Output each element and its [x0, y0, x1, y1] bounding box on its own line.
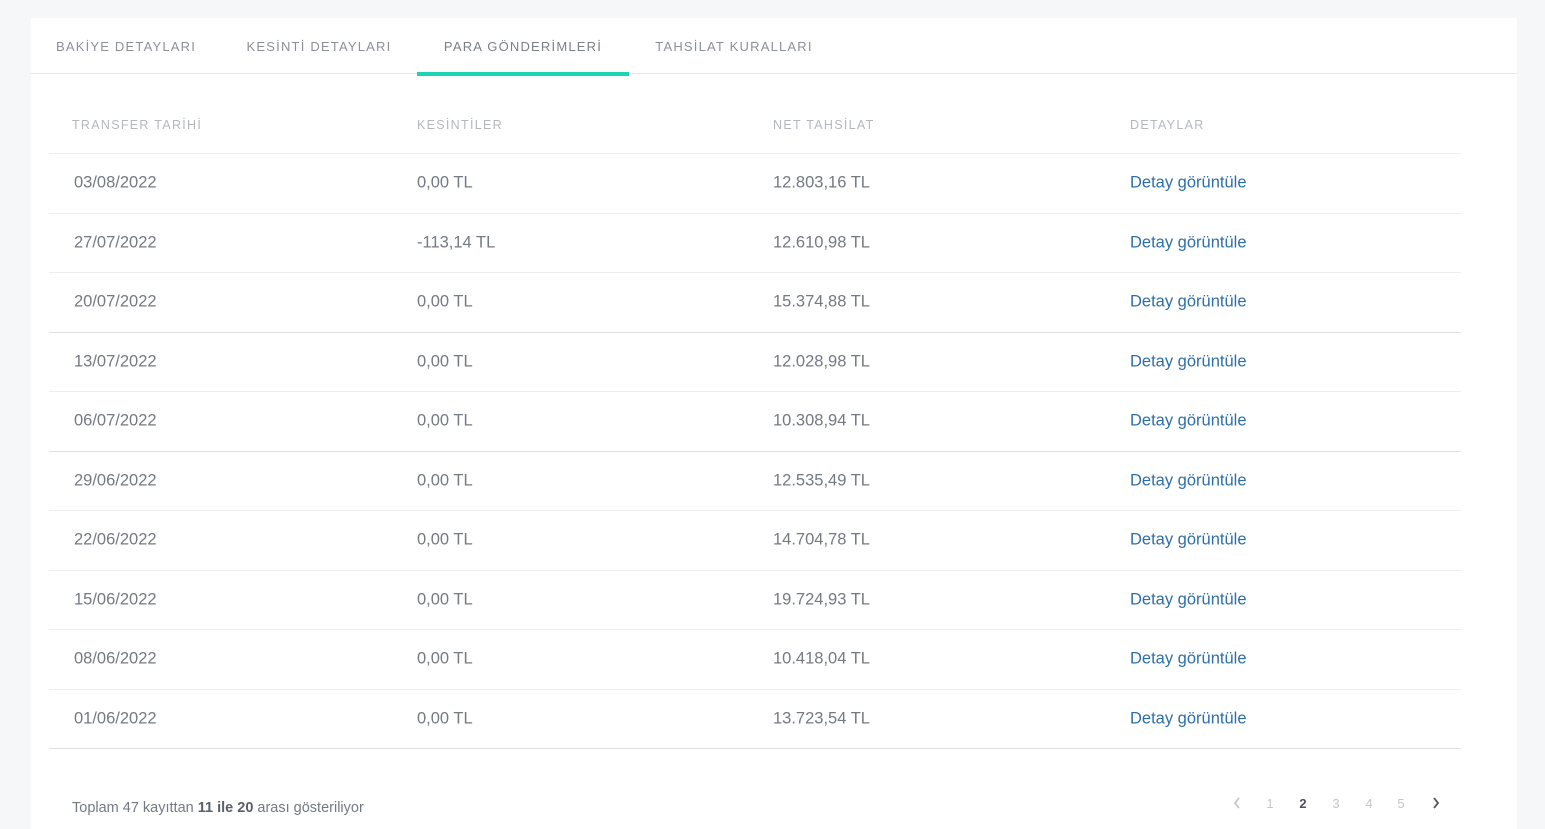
net-collection-cell: 10.308,94 TL — [773, 411, 870, 430]
deductions-cell: -113,14 TL — [417, 233, 496, 252]
table-row: 20/07/2022 0,00 TL 15.374,88 TL Detay görün… — [49, 273, 1461, 333]
table-row: 15/06/2022 0,00 TL 19.724,93 TL Detay görün… — [49, 571, 1461, 630]
summary-suffix: arası gösteriliyor — [253, 800, 364, 816]
net-collection-cell: 12.803,16 TL — [773, 173, 870, 192]
view-details-link[interactable]: Detay görüntüle — [1130, 293, 1247, 312]
view-details-link[interactable]: Detay görüntüle — [1130, 709, 1247, 728]
deductions-cell: 0,00 TL — [417, 411, 473, 430]
transfer-date-cell: 20/07/2022 — [74, 292, 157, 311]
active-tab-indicator — [417, 72, 629, 76]
page-2-button[interactable]: 2 — [1293, 791, 1313, 815]
view-details-link[interactable]: Detay görüntüle — [1130, 471, 1247, 490]
content-card: BAKİYE DETAYLARI KESİNTİ DETAYLARI PARA … — [31, 18, 1517, 829]
deductions-cell: 0,00 TL — [417, 173, 473, 192]
table-row: 06/07/2022 0,00 TL 10.308,94 TL Detay görün… — [49, 392, 1461, 452]
view-details-link[interactable]: Detay görüntüle — [1130, 650, 1247, 669]
net-collection-cell: 12.028,98 TL — [773, 352, 870, 371]
net-collection-cell: 19.724,93 TL — [773, 590, 870, 609]
deductions-cell: 0,00 TL — [417, 530, 473, 549]
table-row: 08/06/2022 0,00 TL 10.418,04 TL Detay görün… — [49, 630, 1461, 690]
deductions-cell: 0,00 TL — [417, 352, 473, 371]
transfer-date-cell: 01/06/2022 — [74, 709, 157, 728]
transfer-date-cell: 06/07/2022 — [74, 411, 157, 430]
page-3-button[interactable]: 3 — [1326, 791, 1346, 815]
net-collection-cell: 12.535,49 TL — [773, 471, 870, 490]
page-4-button[interactable]: 4 — [1359, 791, 1379, 815]
table-row: 27/07/2022 -113,14 TL 12.610,98 TL Detay gö… — [49, 214, 1461, 273]
view-details-link[interactable]: Detay görüntüle — [1130, 233, 1247, 252]
transfer-date-cell: 03/08/2022 — [74, 173, 157, 192]
tab-balance-details[interactable]: BAKİYE DETAYLARI — [31, 18, 221, 74]
deductions-cell: 0,00 TL — [417, 649, 473, 668]
tab-deduction-details[interactable]: KESİNTİ DETAYLARI — [221, 18, 417, 74]
tab-money-transfers[interactable]: PARA GÖNDERİMLERİ — [417, 18, 629, 74]
table-header: TRANSFER TARİHİ KESİNTİLER NET TAHSİLAT … — [49, 106, 1461, 154]
column-header-deductions: KESİNTİLER — [417, 118, 503, 132]
transfer-date-cell: 22/06/2022 — [74, 530, 157, 549]
chevron-right-icon[interactable] — [1426, 791, 1446, 815]
summary-prefix: Toplam 47 kayıttan — [72, 800, 198, 816]
column-header-details: DETAYLAR — [1130, 118, 1205, 132]
summary-range: 11 ile 20 — [197, 800, 254, 816]
view-details-link[interactable]: Detay görüntüle — [1130, 531, 1247, 550]
transfer-date-cell: 13/07/2022 — [74, 352, 157, 371]
table-row: 03/08/2022 0,00 TL 12.803,16 TL Detay görün… — [49, 154, 1461, 214]
tab-bar: BAKİYE DETAYLARI KESİNTİ DETAYLARI PARA … — [31, 18, 1517, 76]
chevron-left-icon[interactable] — [1227, 791, 1247, 815]
transfer-date-cell: 08/06/2022 — [74, 649, 157, 668]
column-header-net-collection: NET TAHSİLAT — [773, 118, 875, 132]
transfers-table-body: 03/08/2022 0,00 TL 12.803,16 TL Detay görün… — [49, 154, 1461, 749]
view-details-link[interactable]: Detay görüntüle — [1130, 590, 1247, 609]
net-collection-cell: 15.374,88 TL — [773, 292, 870, 311]
net-collection-cell: 14.704,78 TL — [773, 530, 870, 549]
column-header-transfer-date: TRANSFER TARİHİ — [72, 118, 203, 132]
table-row: 01/06/2022 0,00 TL 13.723,54 TL Detay görün… — [49, 690, 1461, 749]
table-row: 13/07/2022 0,00 TL 12.028,98 TL Detay görün… — [49, 333, 1461, 392]
deductions-cell: 0,00 TL — [417, 292, 473, 311]
view-details-link[interactable]: Detay görüntüle — [1130, 412, 1247, 431]
view-details-link[interactable]: Detay görüntüle — [1130, 174, 1247, 193]
transfer-date-cell: 29/06/2022 — [74, 471, 157, 490]
view-details-link[interactable]: Detay görüntüle — [1130, 352, 1247, 371]
deductions-cell: 0,00 TL — [417, 709, 473, 728]
deductions-cell: 0,00 TL — [417, 590, 473, 609]
table-row: 29/06/2022 0,00 TL 12.535,49 TL Detay görün… — [49, 452, 1461, 511]
net-collection-cell: 10.418,04 TL — [773, 649, 870, 668]
deductions-cell: 0,00 TL — [417, 471, 473, 490]
pagination-summary: Toplam 47 kayıttan 11 ile 20 arası göste… — [72, 800, 364, 816]
transfer-date-cell: 15/06/2022 — [74, 590, 157, 609]
net-collection-cell: 12.610,98 TL — [773, 233, 870, 252]
transfer-date-cell: 27/07/2022 — [74, 233, 157, 252]
net-collection-cell: 13.723,54 TL — [773, 709, 870, 728]
table-row: 22/06/2022 0,00 TL 14.704,78 TL Detay görün… — [49, 511, 1461, 571]
tab-collection-rules[interactable]: TAHSİLAT KURALLARI — [629, 18, 839, 74]
page-1-button[interactable]: 1 — [1260, 791, 1280, 815]
page-5-button[interactable]: 5 — [1391, 791, 1411, 815]
